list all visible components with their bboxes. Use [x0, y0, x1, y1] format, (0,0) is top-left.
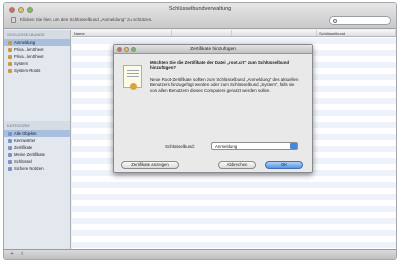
sidebar-item-passwords[interactable]: Kennwörter	[4, 137, 70, 144]
keychain-icon	[8, 61, 12, 66]
add-button[interactable]: +	[8, 252, 16, 258]
sidebar-item-label: Anmeldung	[14, 40, 36, 45]
sidebar-item-label: Schlüssel	[14, 159, 32, 164]
table-header: Name Schlüsselbund	[72, 30, 396, 37]
key-icon	[8, 159, 12, 164]
cancel-button[interactable]: Abbrechen	[218, 161, 256, 169]
dialog-explanation: Neue Root-Zertifikate sollten zum Schlüs…	[150, 77, 299, 93]
column-header-3[interactable]	[232, 30, 317, 36]
keychain-select[interactable]: Anmeldung	[211, 142, 298, 150]
keychain-icon	[8, 68, 12, 73]
add-certificates-dialog: Zertifikate hinzufügen Möchten Sie die Z…	[113, 44, 313, 173]
certificate-icon	[123, 65, 142, 90]
sidebar-item-label: Alle Objekte	[14, 131, 37, 136]
column-header-2[interactable]	[172, 30, 232, 36]
sidebar-item-label: System	[14, 61, 28, 66]
keychain-label: Schlüsselbund:	[165, 144, 195, 149]
sidebar-item-label: Priva...lenSheet	[14, 47, 44, 52]
sidebar-item-label: Kennwörter	[14, 138, 36, 143]
password-icon	[8, 138, 12, 143]
close-icon[interactable]	[117, 46, 122, 52]
sidebar: Schlüsselbunde Anmeldung Priva...lenShee…	[4, 30, 71, 249]
lock-icon[interactable]	[11, 17, 16, 23]
sidebar-item-system[interactable]: System	[4, 60, 70, 67]
zoom-icon[interactable]	[131, 46, 136, 52]
sidebar-item-keys[interactable]: Schlüssel	[4, 158, 70, 165]
sidebar-item-my-certificates[interactable]: Meine Zertifikate	[4, 151, 70, 158]
sidebar-item-label: Priva...lenSheet	[14, 54, 44, 59]
sidebar-item-anmeldung[interactable]: Anmeldung	[4, 39, 70, 46]
sidebar-item-private-2[interactable]: Priva...lenSheet	[4, 53, 70, 60]
column-header-name[interactable]: Name	[72, 30, 172, 36]
sidebar-item-system-roots[interactable]: System-Roots	[4, 67, 70, 74]
dialog-title-bar: Zertifikate hinzufügen	[114, 45, 312, 54]
ok-button[interactable]: OK	[265, 161, 303, 169]
bottom-bar: + i	[4, 249, 396, 259]
sidebar-item-label: Sichere Notizen	[14, 166, 44, 171]
sidebar-item-secure-notes[interactable]: Sichere Notizen	[4, 165, 70, 172]
column-header-keychain[interactable]: Schlüsselbund	[317, 30, 396, 36]
title-bar: Schlüsselbundverwaltung Klicken Sie hier…	[4, 3, 396, 29]
show-certificates-button[interactable]: Zertifikate anzeigen	[121, 161, 179, 169]
info-button[interactable]: i	[18, 252, 26, 258]
sidebar-item-label: Meine Zertifikate	[14, 152, 45, 157]
keychain-icon	[8, 47, 12, 52]
window-title: Schlüsselbundverwaltung	[168, 6, 232, 12]
dialog-title: Zertifikate hinzufügen	[190, 47, 236, 52]
dialog-window-controls	[117, 46, 136, 52]
keychain-icon	[8, 40, 12, 45]
lock-hint: Klicken Sie hier, um den Schlüsselbund „…	[20, 17, 153, 22]
sidebar-item-certificates[interactable]: Zertifikate	[4, 144, 70, 151]
category-header: Kategorie	[4, 121, 70, 130]
sidebar-item-label: System-Roots	[14, 68, 41, 73]
chevron-down-icon	[290, 143, 297, 149]
keychains-header: Schlüsselbunde	[4, 30, 70, 39]
sidebar-item-label: Zertifikate	[14, 145, 33, 150]
sidebar-item-private-1[interactable]: Priva...lenSheet	[4, 46, 70, 53]
search-input[interactable]	[329, 16, 391, 25]
dialog-question: Möchten Sie die Zertifikate der Datei „r…	[150, 60, 290, 71]
minimize-icon[interactable]	[124, 46, 129, 52]
sidebar-item-all-items[interactable]: Alle Objekte	[4, 130, 70, 137]
all-items-icon	[8, 131, 12, 136]
note-icon	[8, 166, 12, 171]
keychain-select-value: Anmeldung	[215, 144, 238, 149]
certificate-icon	[8, 145, 12, 150]
search-icon	[333, 18, 337, 23]
keychain-icon	[8, 54, 12, 59]
my-certificate-icon	[8, 152, 12, 157]
